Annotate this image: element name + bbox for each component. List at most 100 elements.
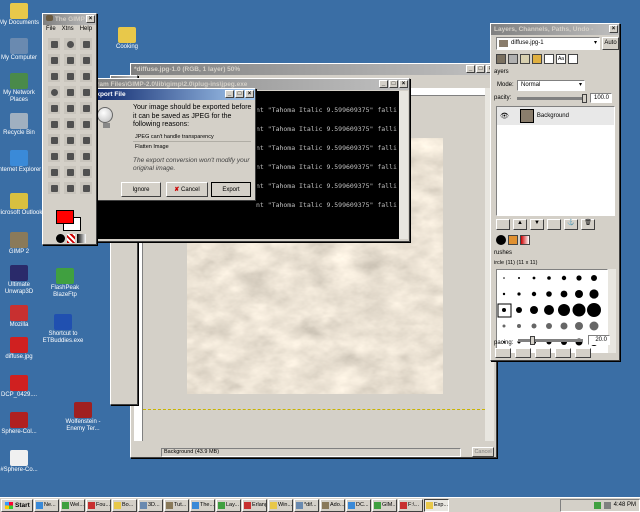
taskbar-button[interactable]: F:\... — [398, 498, 423, 512]
lower-layer-button[interactable]: ▼ — [530, 219, 544, 230]
brush-preview[interactable] — [558, 304, 570, 316]
desktop-icon[interactable]: #Sphere-Co... — [0, 450, 44, 474]
scale-icon[interactable] — [79, 101, 93, 115]
start-button[interactable]: Start — [1, 498, 33, 512]
brush-preview[interactable] — [560, 290, 568, 298]
close-button[interactable]: × — [86, 15, 95, 23]
patterns-tab-icon[interactable] — [508, 235, 518, 245]
fg-color-swatch[interactable] — [56, 210, 74, 224]
toolbox-window[interactable]: The GIMP × File Xtns Help — [42, 13, 97, 245]
brush-preview[interactable] — [502, 324, 506, 328]
spacing-slider-handle[interactable] — [530, 336, 535, 345]
gradients-tab-icon[interactable] — [520, 235, 530, 245]
clock[interactable]: 4:48 PM — [614, 502, 636, 508]
pencil-icon[interactable] — [47, 149, 61, 163]
brush-preview[interactable] — [547, 276, 551, 280]
undo-tab-icon[interactable] — [532, 54, 542, 64]
desktop-icon[interactable]: FlashPeak BlazeFtp — [40, 268, 90, 299]
smudge-icon[interactable] — [63, 181, 77, 195]
anchor-layer-button[interactable]: ⚓ — [564, 219, 578, 230]
desktop-icon[interactable]: Cooking — [102, 27, 152, 51]
scissors-icon[interactable] — [79, 53, 93, 67]
taskbar-button[interactable]: *dif... — [294, 498, 319, 512]
brush-preview[interactable] — [546, 291, 552, 297]
blur-icon[interactable] — [47, 181, 61, 195]
brush-preview[interactable] — [502, 292, 506, 296]
brush-preview[interactable] — [502, 308, 506, 312]
taskbar-button[interactable]: Fou... — [86, 498, 111, 512]
delete-layer-button[interactable]: 🗑 — [581, 219, 595, 230]
edit-brush-button[interactable] — [495, 348, 511, 358]
dodge-icon[interactable] — [79, 181, 93, 195]
taskbar-button[interactable]: The... — [190, 498, 215, 512]
brush-preview[interactable] — [531, 323, 537, 329]
layers-tab-icon[interactable] — [496, 54, 506, 64]
bucket-fill-icon[interactable] — [63, 133, 77, 147]
move-icon[interactable] — [47, 69, 61, 83]
spacing-slider[interactable] — [518, 336, 583, 345]
ignore-button[interactable]: Ignore — [121, 182, 161, 197]
taskbar-button[interactable]: Lay... — [216, 498, 241, 512]
brush-preview[interactable] — [531, 291, 537, 297]
eye-icon[interactable]: 👁 — [500, 112, 509, 120]
maximize-button[interactable]: □ — [389, 80, 398, 88]
brush-preview[interactable] — [589, 289, 599, 299]
minimize-button[interactable]: _ — [379, 80, 388, 88]
desktop-icon[interactable]: Internet Explorer — [0, 150, 44, 174]
ellipse-select-icon[interactable] — [63, 37, 77, 51]
network-tray-icon[interactable] — [593, 501, 601, 509]
image-selector[interactable]: diffuse.jpg-1 ▾ — [496, 37, 600, 50]
brush-preview[interactable] — [546, 323, 552, 329]
new-brush-button[interactable] — [515, 348, 531, 358]
paths-tab-icon[interactable] — [520, 54, 530, 64]
move-tool-icon[interactable] — [79, 85, 93, 99]
clone-icon[interactable] — [79, 165, 93, 179]
desktop-icon[interactable]: My Documents — [0, 3, 44, 27]
rect-select-icon[interactable] — [47, 37, 61, 51]
taskbar-button[interactable]: Erlang — [242, 498, 267, 512]
brush-preview[interactable] — [561, 275, 567, 281]
export-button[interactable]: Export — [211, 182, 251, 197]
channels-tab-icon[interactable] — [508, 54, 518, 64]
color-select-icon[interactable] — [63, 53, 77, 67]
brush-preview[interactable] — [503, 277, 505, 279]
spacing-value[interactable]: 20.0 — [588, 335, 610, 345]
airbrush-icon[interactable] — [47, 165, 61, 179]
delete-brush-button[interactable] — [555, 348, 571, 358]
desktop-icon[interactable]: Recycle Bin — [0, 113, 44, 137]
path-icon[interactable] — [63, 69, 77, 83]
close-button[interactable]: × — [245, 90, 254, 98]
brush-preview[interactable] — [560, 322, 568, 330]
taskbar-button[interactable]: Ne... — [34, 498, 59, 512]
taskbar-button[interactable]: DC... — [346, 498, 371, 512]
opacity-slider[interactable] — [517, 94, 587, 103]
brush-preview[interactable] — [517, 324, 521, 328]
desktop-icon[interactable]: Shortcut to ETBuddies.exe — [38, 314, 88, 345]
menu-file[interactable]: File — [46, 26, 56, 33]
image-window-title[interactable]: *diffuse.jpg-1.0 (RGB, 1 layer) 50% _□× — [131, 64, 496, 75]
perspective-icon[interactable] — [63, 117, 77, 131]
taskbar-button[interactable]: 3D... — [138, 498, 163, 512]
brush-preview[interactable] — [518, 277, 520, 279]
layers-dialog-title[interactable]: Layers, Channels, Paths, Undo - × — [491, 24, 619, 35]
taskbar-button[interactable]: GIM... — [372, 498, 397, 512]
gradient-tab-icon[interactable] — [544, 54, 554, 64]
zoom-icon[interactable] — [47, 85, 61, 99]
taskbar-button[interactable]: Exp... — [424, 498, 449, 512]
raise-layer-button[interactable]: ▲ — [513, 219, 527, 230]
console-scrollbar[interactable] — [399, 91, 408, 239]
minimize-button[interactable]: _ — [466, 65, 475, 73]
brush-preview[interactable] — [591, 275, 597, 281]
gradient-icon[interactable] — [79, 133, 93, 147]
duplicate-brush-button[interactable] — [535, 348, 551, 358]
brush-preview[interactable] — [587, 303, 601, 317]
opacity-slider-handle[interactable] — [582, 94, 587, 103]
shear-icon[interactable] — [47, 117, 61, 131]
measure-icon[interactable] — [63, 85, 77, 99]
close-button[interactable]: × — [399, 80, 408, 88]
maximize-button[interactable]: □ — [476, 65, 485, 73]
close-button[interactable]: × — [609, 25, 618, 33]
eyedropper-icon[interactable] — [79, 69, 93, 83]
toolbox-title[interactable]: The GIMP × — [43, 14, 96, 25]
rotate-icon[interactable] — [63, 101, 77, 115]
